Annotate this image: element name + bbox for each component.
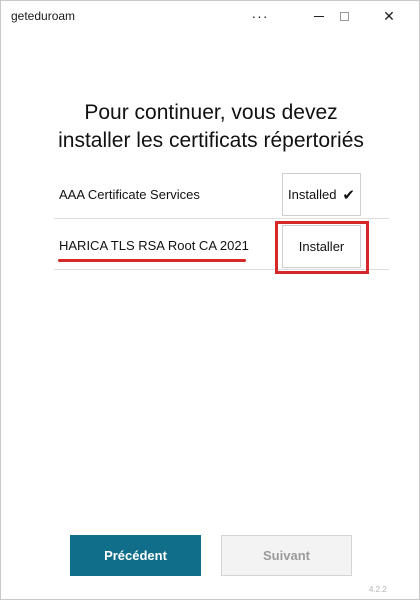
app-window: geteduroam ··· ✕ Pour continuer, vous de… bbox=[0, 0, 420, 600]
page-title-line-1: Pour continuer, vous devez bbox=[84, 101, 338, 124]
previous-button[interactable]: Précédent bbox=[70, 535, 201, 576]
maximize-icon bbox=[339, 11, 349, 21]
maximize-button[interactable] bbox=[321, 1, 367, 31]
page-title-line-2: installer les certificats répertoriés bbox=[58, 129, 364, 152]
installed-button-label: Installed bbox=[288, 187, 337, 202]
more-icon: ··· bbox=[251, 8, 269, 24]
next-button[interactable]: Suivant bbox=[221, 535, 352, 576]
certificate-name: HARICA TLS RSA Root CA 2021 bbox=[59, 238, 249, 253]
close-icon: ✕ bbox=[383, 7, 395, 24]
red-underline-annotation bbox=[58, 259, 246, 262]
close-button[interactable]: ✕ bbox=[366, 1, 412, 31]
installed-button[interactable]: Installed ✔ bbox=[282, 173, 361, 216]
title-bar: geteduroam ··· ✕ bbox=[1, 1, 419, 31]
red-highlight-annotation bbox=[275, 221, 369, 274]
more-options-button[interactable]: ··· bbox=[237, 1, 283, 31]
check-icon: ✔ bbox=[342, 186, 355, 204]
page-title: Pour continuer, vous devez installer les… bbox=[1, 99, 420, 155]
version-label: 4.2.2 bbox=[369, 585, 387, 594]
window-title: geteduroam bbox=[11, 9, 76, 23]
certificate-name: AAA Certificate Services bbox=[59, 187, 200, 202]
